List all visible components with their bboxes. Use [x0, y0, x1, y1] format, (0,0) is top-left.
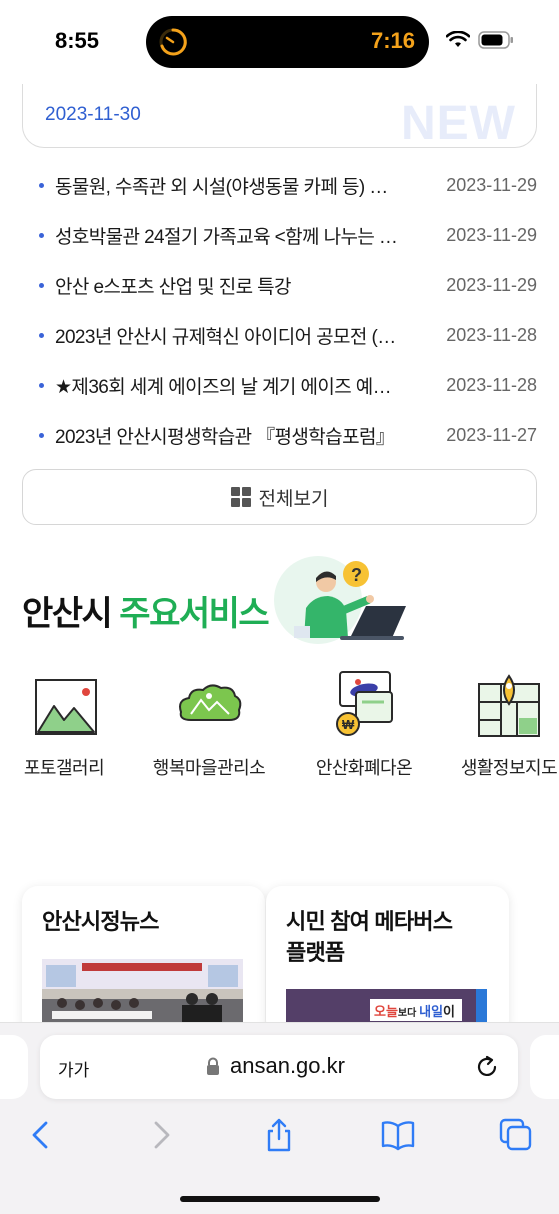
metaverse-title-line1: 시민 참여 메타버스 — [286, 909, 453, 934]
metaverse-title-line2: 플랫폼 — [286, 940, 345, 965]
metaverse-card-title: 시민 참여 메타버스플랫폼 — [286, 906, 453, 968]
news-date: 2023-11-28 — [446, 374, 537, 395]
forward-icon[interactable] — [144, 1118, 178, 1152]
previous-tab-peek[interactable] — [0, 1035, 28, 1099]
featured-news-date: 2023-11-30 — [45, 104, 141, 125]
bullet-icon — [39, 382, 44, 388]
service-label: 포토갤러리 — [23, 758, 105, 778]
metaverse-card[interactable]: 시민 참여 메타버스플랫폼 오늘보다 내일이 — [266, 886, 509, 1036]
news-list-item[interactable]: 성호박물관 24절기 가족교육 <함께 나누는 겨울 이야기> 2023-11-… — [22, 210, 537, 260]
next-tab-peek[interactable] — [530, 1035, 559, 1099]
home-indicator — [180, 1196, 380, 1202]
life-info-map-icon — [478, 674, 540, 737]
news-date: 2023-11-27 — [446, 424, 537, 445]
safari-toolbar: 가가 ansan.go.kr — [0, 1022, 559, 1214]
view-all-label: 전체보기 — [258, 488, 329, 510]
news-list-item[interactable]: 2023년 안산시 규제혁신 아이디어 공모전 (시민 참여) 2023-11-… — [22, 310, 537, 360]
local-currency-icon: ₩ — [336, 671, 393, 736]
svg-text:?: ? — [351, 565, 362, 585]
service-label: 생활정보지도 — [460, 758, 558, 778]
services-heading-highlight: 주요서비스 — [119, 595, 269, 633]
bullet-icon — [39, 282, 44, 288]
news-list-item[interactable]: 2023년 안산시평생학습관 『평생학습포럼』 2023-11-27 — [22, 410, 537, 460]
news-date: 2023-11-29 — [446, 274, 537, 295]
happy-village-icon — [179, 684, 242, 721]
news-list-item[interactable]: 안산 e스포츠 산업 및 진로 특강 2023-11-29 — [22, 260, 537, 310]
news-list: 동물원, 수족관 외 시설(야생동물 카페 등) 야생동물 전시 허가제 시행 … — [22, 160, 537, 460]
banner-text-mid: 보다 — [397, 1008, 420, 1019]
timer-ring-icon — [159, 28, 187, 56]
news-date: 2023-11-28 — [446, 324, 537, 345]
lock-icon — [207, 1057, 219, 1075]
city-news-card-title: 안산시정뉴스 — [42, 909, 159, 934]
service-label: 행복마을관리소 — [152, 758, 266, 778]
bullet-icon — [39, 232, 44, 238]
banner-text-red2: 내일 — [419, 1004, 444, 1019]
text-size-button[interactable]: 가가 — [58, 1056, 89, 1081]
status-time: 8:55 — [55, 28, 100, 53]
bookmarks-icon[interactable] — [381, 1118, 415, 1152]
wifi-icon — [446, 31, 470, 47]
service-photo-gallery[interactable]: 포토갤러리 — [0, 670, 139, 780]
service-life-info-map[interactable]: 생활정보지도 — [434, 670, 559, 780]
reload-icon[interactable] — [474, 1054, 500, 1080]
svg-text:₩: ₩ — [342, 717, 355, 732]
news-title: 성호박물관 24절기 가족교육 <함께 나누는 겨울 이야기> — [55, 226, 405, 248]
news-title: 안산 e스포츠 산업 및 진로 특강 — [55, 276, 292, 298]
browser-page: 8:55 7:16 2023-11-30 NEW 동물원, 수족관 외 시설(야… — [0, 0, 559, 1214]
metaverse-banner-text: 오늘보다 내일이 — [374, 1001, 455, 1020]
address-bar[interactable]: 가가 ansan.go.kr — [40, 1035, 518, 1099]
grid-icon — [230, 487, 251, 507]
news-date: 2023-11-29 — [446, 224, 537, 245]
news-list-item[interactable]: 동물원, 수족관 외 시설(야생동물 카페 등) 야생동물 전시 허가제 시행 … — [22, 160, 537, 210]
service-happy-village[interactable]: 행복마을관리소 — [134, 670, 284, 780]
bullet-icon — [39, 182, 44, 188]
news-title: ★제36회 세계 에이즈의 날 계기 에이즈 예방 캠페인 — [55, 376, 405, 398]
city-news-card[interactable]: 안산시정뉴스 — [22, 886, 265, 1036]
tabs-icon[interactable] — [499, 1118, 533, 1152]
news-date: 2023-11-29 — [446, 174, 537, 195]
back-icon[interactable] — [24, 1118, 58, 1152]
service-label: 안산화폐다온 — [315, 758, 413, 778]
news-title: 2023년 안산시평생학습관 『평생학습포럼』 — [55, 426, 395, 448]
battery-icon — [478, 31, 513, 49]
services-heading: 안산시 주요서비스 — [22, 586, 270, 635]
banner-text-end: 이 — [443, 1004, 455, 1019]
bullet-icon — [39, 432, 44, 438]
banner-text-red: 오늘 — [374, 1004, 398, 1019]
bullet-icon — [39, 332, 44, 338]
services-heading-prefix: 안산시 — [22, 595, 113, 633]
island-timer-text: 7:16 — [370, 28, 415, 53]
news-title: 동물원, 수족관 외 시설(야생동물 카페 등) 야생동물 전시 허가제 시행 — [55, 176, 405, 198]
service-local-currency[interactable]: ₩ 안산화폐다온 — [289, 670, 439, 780]
person-laptop-illustration: ? — [274, 556, 406, 644]
view-all-button[interactable]: 전체보기 — [22, 469, 537, 525]
services-row: 포토갤러리 행복마을관리소 ₩ 안산화폐다온 생활정보지도 — [0, 670, 559, 780]
news-title: 2023년 안산시 규제혁신 아이디어 공모전 (시민 참여) — [55, 326, 405, 348]
share-icon[interactable] — [262, 1118, 296, 1152]
dynamic-island[interactable]: 7:16 — [146, 16, 429, 68]
photo-gallery-icon — [35, 679, 97, 735]
new-badge: NEW — [401, 97, 516, 148]
news-list-item[interactable]: ★제36회 세계 에이즈의 날 계기 에이즈 예방 캠페인 2023-11-28 — [22, 360, 537, 410]
url-text[interactable]: ansan.go.kr — [230, 1053, 345, 1079]
status-bar: 8:55 7:16 — [0, 0, 559, 84]
